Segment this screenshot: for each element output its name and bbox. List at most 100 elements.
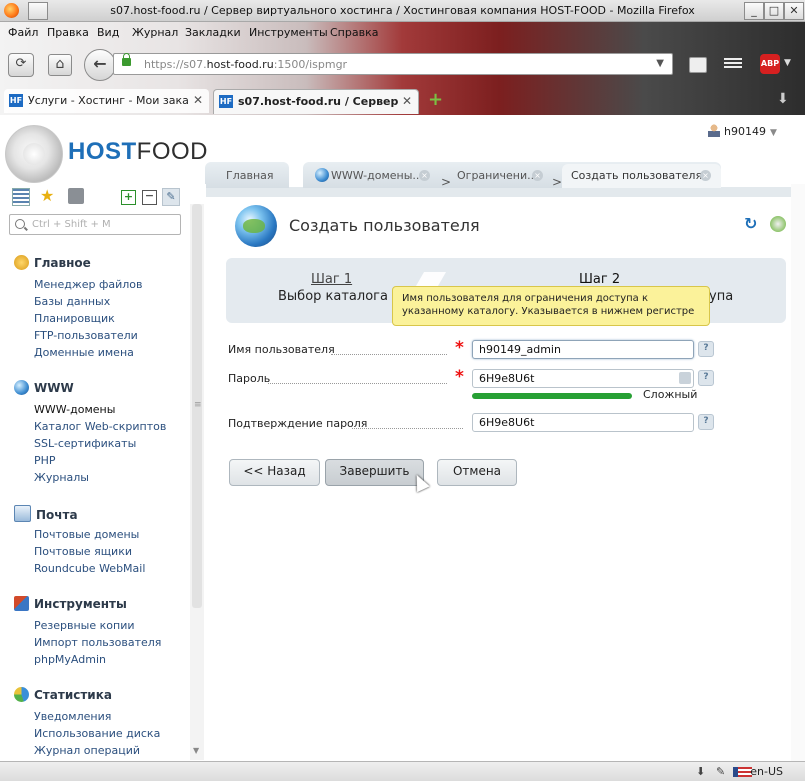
star-icon[interactable]: ★ (40, 188, 56, 204)
adblock-icon[interactable]: ABP (760, 54, 780, 74)
sidebar-section-mail[interactable]: Почта (14, 505, 78, 522)
confirm-password-label: Подтверждение пароля (228, 417, 368, 430)
maximize-button[interactable]: □ (764, 2, 784, 20)
sidebar-item-notifications[interactable]: Уведомления (34, 710, 111, 723)
user-icon (708, 124, 720, 137)
sidebar-section-stats[interactable]: Статистика (14, 687, 112, 702)
pin-icon[interactable]: ✎ (162, 188, 180, 206)
refresh-icon[interactable]: ↻ (744, 216, 760, 232)
sidebar-section-tools[interactable]: Инструменты (14, 596, 127, 611)
sidebar-item-ftp-users[interactable]: FTP-пользователи (34, 329, 138, 342)
sidebar-search-placeholder: Ctrl + Shift + M (32, 219, 111, 230)
sidebar-item-backups[interactable]: Резервные копии (34, 619, 135, 632)
cancel-button[interactable]: Отмена (437, 459, 517, 486)
sidebar-section-title: Инструменты (34, 597, 127, 611)
password-input[interactable]: 6H9e8U6t (472, 369, 694, 388)
tab-home[interactable]: Главная (205, 162, 289, 188)
tab-restrictions[interactable]: Ограничени... (457, 169, 538, 182)
menu-bookmarks[interactable]: Закладки (185, 26, 241, 39)
tab-list-icon[interactable]: ⬇ (777, 91, 789, 107)
sidebar-search-input[interactable]: Ctrl + Shift + M (9, 214, 181, 235)
url-go-button[interactable] (689, 57, 707, 73)
briefcase-icon[interactable] (68, 188, 84, 204)
menu-history[interactable]: Журнал (132, 26, 178, 39)
sidebar-section-www[interactable]: WWW (14, 380, 74, 395)
wizard-step2-number: Шаг 2 (579, 272, 621, 287)
menu-edit[interactable]: Правка (47, 26, 89, 39)
expand-all-icon[interactable]: + (121, 190, 136, 205)
help-icon[interactable]: ? (698, 370, 714, 386)
password-generate-icon[interactable] (679, 372, 691, 384)
finish-button[interactable]: Завершить (325, 459, 424, 486)
confirm-password-input[interactable]: 6H9e8U6t (472, 413, 694, 432)
main-scrollbar[interactable] (791, 184, 805, 761)
sidebar-item-phpmyadmin[interactable]: phpMyAdmin (34, 653, 106, 666)
url-bar[interactable]: https://s07.host-food.ru:1500/ispmgr ▼ (113, 53, 673, 75)
breadcrumb-arrow-icon: > (441, 175, 452, 189)
sidebar-item-scheduler[interactable]: Планировщик (34, 312, 115, 325)
menu-tree-icon[interactable] (12, 188, 30, 206)
sidebar-section-title: Главное (34, 256, 91, 270)
browser-tab-services[interactable]: HF Услуги - Хостинг - Мои заказ... ✕ (4, 89, 209, 113)
tab-breadcrumb-strip: WWW-домены... × Ограничени... × Создать … (303, 162, 721, 188)
sidebar-item-mailboxes[interactable]: Почтовые ящики (34, 545, 132, 558)
username-input[interactable]: h90149_admin (472, 340, 694, 359)
sidebar-item-import-user[interactable]: Импорт пользователя (34, 636, 161, 649)
wizard-step1-link[interactable]: Шаг 1 (311, 272, 352, 287)
tab-create-user[interactable]: Создать пользователя (571, 169, 702, 182)
help-icon[interactable]: ? (698, 414, 714, 430)
menu-tools[interactable]: Инструменты (249, 26, 328, 39)
sidebar-section-title: Статистика (34, 688, 112, 702)
close-tab-icon[interactable]: ✕ (402, 94, 412, 108)
status-bar: ⬇ ✎ en-US (0, 761, 805, 781)
scroll-down-icon[interactable]: ▼ (193, 746, 199, 755)
url-dropdown-icon[interactable]: ▼ (656, 58, 664, 69)
sidebar-item-databases[interactable]: Базы данных (34, 295, 110, 308)
window-titlebar: s07.host-food.ru / Сервер виртуального х… (0, 0, 805, 22)
menu-help[interactable]: Справка (330, 26, 378, 39)
download-icon[interactable]: ⬇ (696, 765, 705, 778)
sidebar-item-disk-usage[interactable]: Использование диска (34, 727, 160, 740)
sidebar-item-logs[interactable]: Журналы (34, 471, 89, 484)
back-button[interactable]: << Назад (229, 459, 320, 486)
menu-view[interactable]: Вид (97, 26, 119, 39)
close-tab-icon[interactable]: × (700, 170, 711, 181)
hamburger-menu-icon[interactable] (724, 56, 742, 70)
close-tab-icon[interactable]: × (419, 170, 430, 181)
browser-tab-active[interactable]: HF s07.host-food.ru / Сервер ... ✕ (213, 89, 419, 114)
url-text[interactable]: https://s07.host-food.ru:1500/ispmgr (144, 58, 347, 71)
menu-file[interactable]: Файл (8, 26, 38, 39)
sidebar-item-file-manager[interactable]: Менеджер файлов (34, 278, 143, 291)
sidebar-item-domain-names[interactable]: Доменные имена (34, 346, 134, 359)
help-globe-icon[interactable] (770, 216, 786, 232)
sidebar-item-ssl[interactable]: SSL-сертификаты (34, 437, 136, 450)
locale-label[interactable]: en-US (750, 765, 783, 778)
edit-icon[interactable]: ✎ (716, 765, 725, 778)
sidebar-section-main[interactable]: Главное (14, 255, 91, 270)
help-icon[interactable]: ? (698, 341, 714, 357)
sidebar-item-web-scripts[interactable]: Каталог Web-скриптов (34, 420, 166, 433)
sidebar-item-www-domains[interactable]: WWW-домены (34, 403, 115, 416)
sidebar-item-operation-log[interactable]: Журнал операций (34, 744, 140, 757)
close-window-button[interactable]: ✕ (784, 2, 804, 20)
browser-tab-label: Услуги - Хостинг - Мои заказ... (28, 94, 188, 107)
minimize-button[interactable]: _ (744, 2, 764, 20)
hostfood-favicon-icon: HF (219, 95, 233, 108)
close-tab-icon[interactable]: ✕ (193, 93, 203, 107)
close-tab-icon[interactable]: × (532, 170, 543, 181)
reload-options-icon[interactable]: ⟳ (8, 53, 34, 77)
sidebar-resize-handle[interactable]: ≡ (194, 400, 202, 410)
new-tab-button[interactable]: + (428, 89, 443, 110)
sidebar-scrollbar[interactable]: ▼ (190, 204, 204, 760)
sidebar (0, 184, 206, 761)
user-menu[interactable]: h90149 ▼ (708, 124, 777, 138)
home-icon[interactable]: ⌂ (48, 54, 72, 76)
sidebar-item-php[interactable]: PHP (34, 454, 56, 467)
tab-www-domains[interactable]: WWW-домены... (331, 169, 423, 182)
collapse-all-icon[interactable]: − (142, 190, 157, 205)
sidebar-item-roundcube[interactable]: Roundcube WebMail (34, 562, 145, 575)
required-marker: * (455, 367, 464, 387)
sidebar-item-mail-domains[interactable]: Почтовые домены (34, 528, 139, 541)
toolbar-overflow-icon[interactable]: ▼ (784, 58, 791, 68)
back-icon[interactable]: ← (84, 49, 116, 81)
